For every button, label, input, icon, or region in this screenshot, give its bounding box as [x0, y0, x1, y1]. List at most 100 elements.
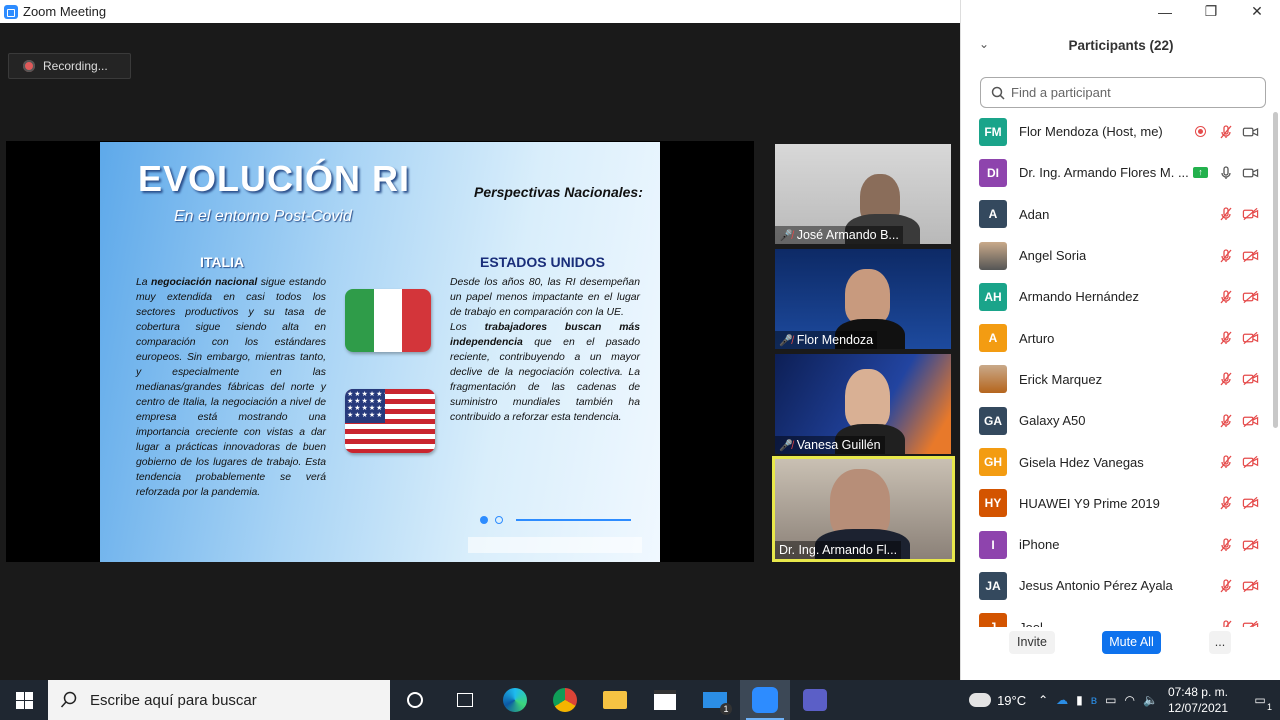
- italia-text: La negociación nacional sigue estando mu…: [136, 277, 326, 498]
- participant-row[interactable]: FM Flor Mendoza (Host, me): [961, 111, 1271, 152]
- file-explorer-icon[interactable]: [590, 680, 640, 720]
- chevron-up-icon[interactable]: ⌃: [1038, 693, 1048, 707]
- mic-muted-icon[interactable]: [1217, 206, 1234, 222]
- scrollbar[interactable]: [1273, 112, 1278, 428]
- eeuu-heading: ESTADOS UNIDOS: [480, 254, 605, 270]
- edge-icon[interactable]: [490, 680, 540, 720]
- video-icon[interactable]: [1242, 124, 1259, 140]
- participant-name: Armando Hernández: [1019, 289, 1139, 305]
- task-view-icon[interactable]: [440, 680, 490, 720]
- participant-row[interactable]: A Arturo: [961, 317, 1271, 358]
- eeuu-text: Desde los años 80, las RI desempeñan un …: [450, 277, 640, 423]
- participant-row[interactable]: Erick Marquez: [961, 359, 1271, 400]
- weather-icon[interactable]: [969, 693, 992, 707]
- video-off-icon[interactable]: [1242, 248, 1259, 264]
- video-tile-active-speaker[interactable]: Dr. Ing. Armando Fl...: [772, 456, 955, 562]
- participant-name: HUAWEI Y9 Prime 2019: [1019, 495, 1160, 511]
- mic-muted-icon: 🎤̸: [779, 229, 793, 242]
- video-icon[interactable]: [1242, 165, 1259, 181]
- mic-muted-icon[interactable]: [1217, 537, 1234, 553]
- mic-muted-icon[interactable]: [1217, 619, 1234, 627]
- participant-name: Arturo: [1019, 330, 1055, 346]
- participant-name: Dr. Ing. Armando Flores M. ...: [1019, 165, 1189, 181]
- minimize-icon[interactable]: —: [1142, 0, 1188, 23]
- notification-icon[interactable]: ▭ 1: [1240, 680, 1280, 720]
- mic-muted-icon[interactable]: [1217, 454, 1234, 470]
- video-tile[interactable]: 🎤̸ José Armando B...: [775, 144, 951, 244]
- video-off-icon[interactable]: [1242, 206, 1259, 222]
- taskbar-search[interactable]: Escribe aquí para buscar: [48, 680, 390, 720]
- taskbar-search-placeholder: Escribe aquí para buscar: [90, 691, 257, 709]
- store-icon[interactable]: [640, 680, 690, 720]
- participant-row[interactable]: Angel Soria: [961, 235, 1271, 276]
- mic-muted-icon[interactable]: [1217, 413, 1234, 429]
- slide-title: EVOLUCIÓN RI: [138, 158, 411, 199]
- video-off-icon[interactable]: [1242, 289, 1259, 305]
- share-screen-icon[interactable]: ↑: [1192, 165, 1209, 181]
- chrome-icon[interactable]: [540, 680, 590, 720]
- participant-row[interactable]: DI Dr. Ing. Armando Flores M. ... ↑: [961, 152, 1271, 193]
- mic-muted-icon[interactable]: [1217, 330, 1234, 346]
- avatar: J: [979, 613, 1007, 627]
- mic-muted-icon[interactable]: [1217, 578, 1234, 594]
- onedrive-icon[interactable]: ☁: [1056, 693, 1068, 707]
- participant-name: Joel: [1019, 620, 1043, 627]
- mail-icon[interactable]: 1: [690, 680, 740, 720]
- participant-row[interactable]: A Adan: [961, 194, 1271, 235]
- video-off-icon[interactable]: [1242, 413, 1259, 429]
- search-input[interactable]: [1011, 85, 1251, 100]
- mic-muted-icon[interactable]: [1217, 124, 1234, 140]
- video-off-icon[interactable]: [1242, 454, 1259, 470]
- video-tile[interactable]: 🎤̸ Vanesa Guillén: [775, 354, 951, 454]
- participant-row[interactable]: IiPhone: [961, 524, 1271, 565]
- participant-row[interactable]: HY HUAWEI Y9 Prime 2019: [961, 483, 1271, 524]
- zoom-taskbar-icon[interactable]: [740, 680, 790, 720]
- slide-perspective-heading: Perspectivas Nacionales:: [474, 184, 643, 200]
- recording-label: Recording...: [43, 59, 108, 73]
- video-off-icon[interactable]: [1242, 537, 1259, 553]
- bluetooth-icon[interactable]: ʙ: [1091, 693, 1097, 707]
- system-tray: 19°C ⌃ ☁ ▮ ʙ ▭ ◠ 🔈 07:48 p. m. 12/07/202…: [969, 680, 1280, 720]
- video-tile[interactable]: 🎤̸ Flor Mendoza: [775, 249, 951, 349]
- mic-muted-icon[interactable]: [1217, 289, 1234, 305]
- invite-button[interactable]: Invite: [1009, 630, 1055, 654]
- participant-search[interactable]: [980, 77, 1266, 108]
- start-button[interactable]: [0, 680, 48, 720]
- avatar: A: [979, 324, 1007, 353]
- participant-row[interactable]: GA Galaxy A50: [961, 400, 1271, 441]
- maximize-icon[interactable]: ❐: [1188, 0, 1234, 23]
- mic-muted-icon[interactable]: [1217, 248, 1234, 264]
- mute-all-button[interactable]: Mute All: [1102, 630, 1161, 654]
- printer-icon[interactable]: ▭: [1105, 693, 1116, 707]
- mic-muted-icon[interactable]: [1217, 495, 1234, 511]
- record-icon: [23, 60, 35, 72]
- video-off-icon[interactable]: [1242, 578, 1259, 594]
- video-off-icon[interactable]: [1242, 371, 1259, 387]
- video-tile-name: Dr. Ing. Armando Fl...: [775, 541, 902, 559]
- wifi-icon[interactable]: ◠: [1125, 693, 1135, 707]
- mic-muted-icon[interactable]: [1217, 371, 1234, 387]
- participant-name: iPhone: [1019, 537, 1060, 553]
- taskbar-clock[interactable]: 07:48 p. m. 12/07/2021: [1168, 684, 1228, 716]
- cortana-icon[interactable]: [390, 680, 440, 720]
- battery-icon[interactable]: ▮: [1076, 693, 1083, 707]
- video-off-icon[interactable]: [1242, 619, 1259, 627]
- weather-temp[interactable]: 19°C: [997, 693, 1026, 708]
- close-icon[interactable]: ✕: [1234, 0, 1280, 23]
- avatar: A: [979, 200, 1007, 229]
- video-off-icon[interactable]: [1242, 330, 1259, 346]
- teams-icon[interactable]: [790, 680, 840, 720]
- more-button[interactable]: ...: [1209, 630, 1231, 654]
- participant-row[interactable]: GH Gisela Hdez Vanegas: [961, 441, 1271, 482]
- participant-name: Flor Mendoza (Host, me): [1019, 124, 1163, 140]
- volume-icon[interactable]: 🔈: [1143, 693, 1158, 707]
- participant-row[interactable]: JA Jesus Antonio Pérez Ayala: [961, 565, 1271, 606]
- participant-row[interactable]: AH Armando Hernández: [961, 276, 1271, 317]
- video-off-icon[interactable]: [1242, 495, 1259, 511]
- participant-list: FM Flor Mendoza (Host, me) DI Dr. Ing. Arma…: [961, 111, 1271, 627]
- participant-row[interactable]: J Joel: [961, 607, 1271, 627]
- recording-indicator[interactable]: Recording...: [8, 53, 131, 79]
- avatar: GA: [979, 406, 1007, 435]
- record-icon[interactable]: [1192, 124, 1209, 140]
- microphone-icon[interactable]: [1217, 165, 1234, 181]
